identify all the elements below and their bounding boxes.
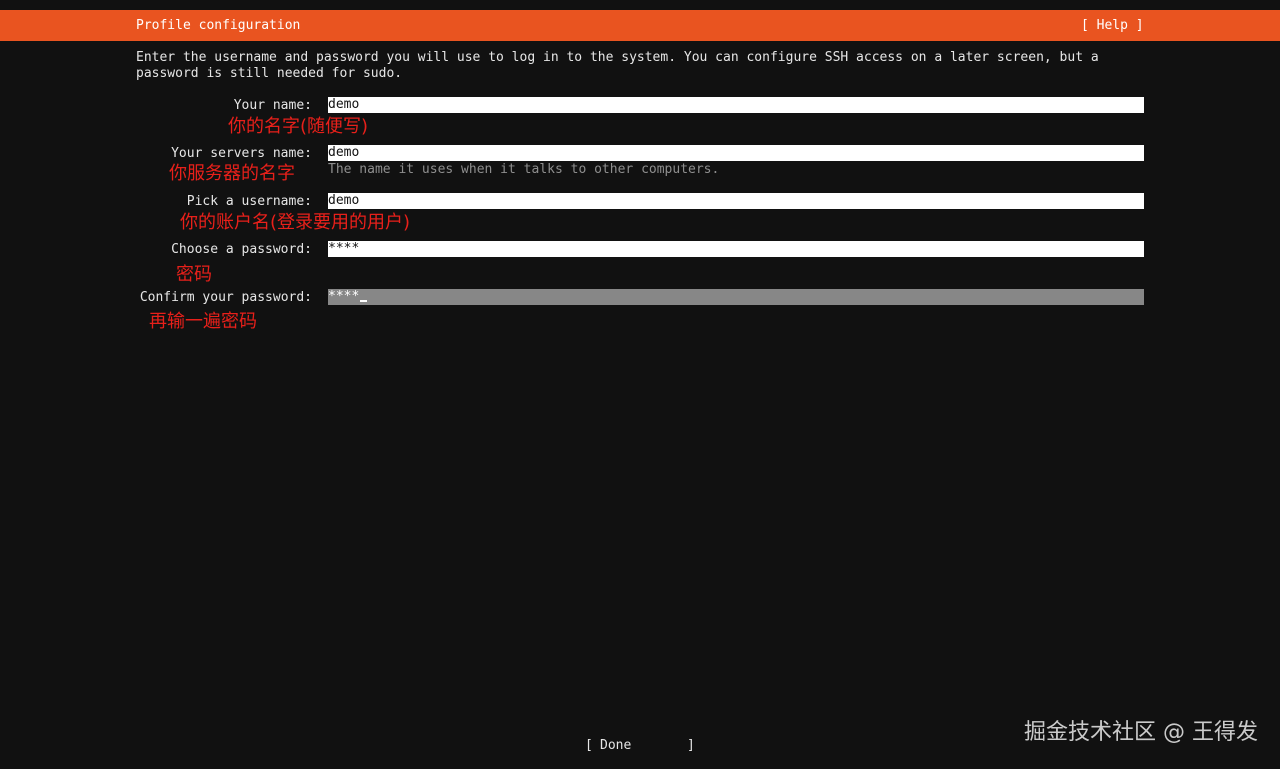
your-name-value: demo [328,97,360,112]
top-strip [0,0,1280,10]
watermark: 掘金技术社区 @ 王得发 [1024,720,1258,745]
text-cursor [360,300,368,302]
annotation-password: 密码 [176,264,212,285]
page-title: Profile configuration [136,18,301,33]
password-input[interactable]: **** [328,241,1144,257]
password-label: Choose a password: [171,242,312,257]
username-label: Pick a username: [186,194,312,209]
header-bar: Profile configuration [ Help ] [0,10,1280,41]
your-name-label: Your name: [233,98,312,113]
done-label: Done [600,738,632,753]
server-name-value: demo [328,145,360,160]
confirm-password-value: **** [328,289,360,304]
annotation-your-name: 你的名字(随便写) [228,116,369,137]
password-value: **** [328,241,360,256]
done-button[interactable]: [ Done ] [585,738,697,769]
server-name-label: Your servers name: [171,146,312,161]
intro-text: Enter the username and password you will… [136,50,1107,81]
annotation-confirm-password: 再输一遍密码 [149,311,257,332]
help-button[interactable]: [ Help ] [1081,17,1144,34]
annotation-server-name: 你服务器的名字 [169,163,295,184]
username-input[interactable]: demo [328,193,1144,209]
confirm-password-label: Confirm your password: [139,290,312,305]
server-name-hint: The name it uses when it talks to other … [328,162,720,177]
done-bracket-close: ] [687,738,695,753]
annotation-username: 你的账户名(登录要用的用户) [180,212,411,233]
your-name-input[interactable]: demo [328,97,1144,113]
done-bracket-open: [ [585,738,593,753]
server-name-input[interactable]: demo [328,145,1144,161]
username-value: demo [328,193,360,208]
confirm-password-input[interactable]: **** [328,289,1144,305]
